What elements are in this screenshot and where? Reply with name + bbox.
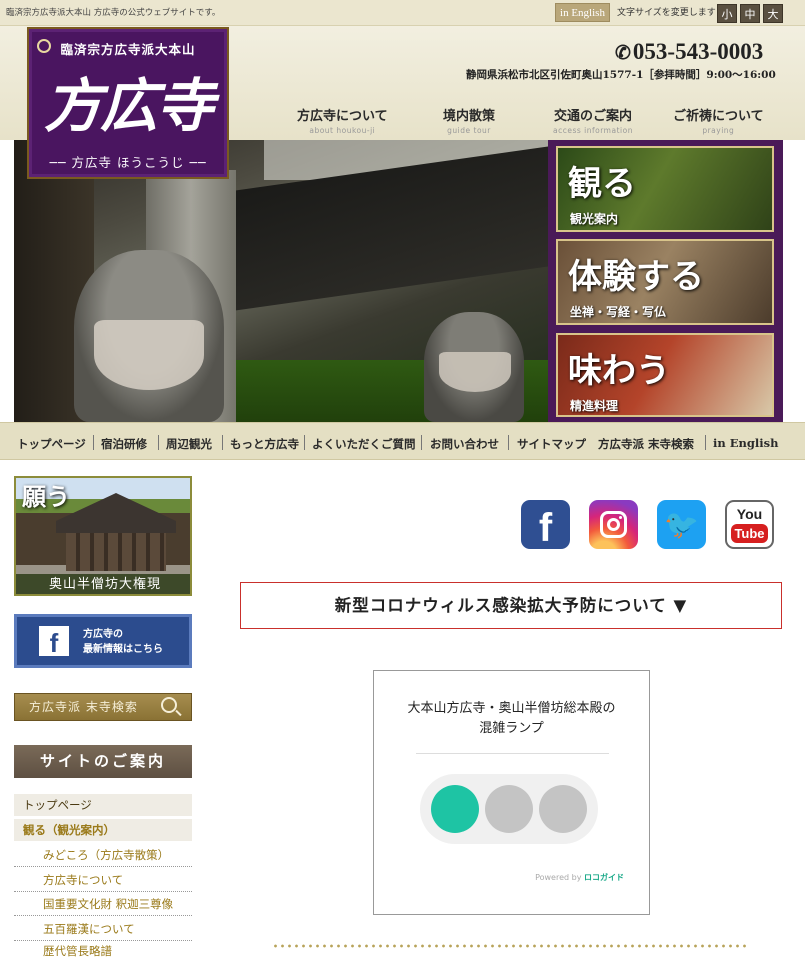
sidebar-item-highlights[interactable]: みどころ（方広寺散策）: [14, 843, 192, 867]
nav-access[interactable]: 交通のご案内 access information: [553, 105, 633, 135]
twitter-icon[interactable]: 🐦: [657, 500, 706, 549]
covid-notice-button[interactable]: 新型コロナウィルス感染拡大予防について ▼: [240, 582, 782, 629]
fb-banner-line1: 方広寺の: [83, 629, 123, 640]
site-logo[interactable]: 臨済宗方広寺派大本山 方広寺 ── 方広寺 ほうこうじ ──: [27, 27, 229, 179]
powered-by[interactable]: Powered by ロコガイド: [374, 872, 624, 883]
sidebar-item-history[interactable]: 歴代管長略譜: [14, 941, 192, 957]
temple-search-button[interactable]: 方広寺派 末寺検索: [14, 693, 192, 721]
font-size-medium-button[interactable]: 中: [740, 4, 760, 23]
subnav-nearby[interactable]: 周辺観光: [166, 436, 212, 452]
subnav-temple-search[interactable]: 方広寺派 末寺検索: [598, 436, 694, 452]
subnav-english[interactable]: in English: [713, 436, 778, 450]
negau-caption: 奥山半僧坊大権現: [16, 574, 190, 594]
congestion-lamp: [420, 774, 598, 844]
sidebar-item-rakan[interactable]: 五百羅漢について: [14, 917, 192, 941]
instagram-icon[interactable]: [589, 500, 638, 549]
in-english-button[interactable]: in English: [555, 3, 610, 22]
logo-reading: ── 方広寺 ほうこうじ ──: [49, 155, 207, 170]
logo-sect-name: 臨済宗方広寺派大本山: [60, 42, 196, 57]
search-icon: [161, 697, 177, 713]
subnav-top[interactable]: トップページ: [17, 436, 86, 452]
dotted-divider: [272, 944, 750, 948]
font-size-label: 文字サイズを変更します: [617, 8, 716, 18]
sidebar-item-about[interactable]: 方広寺について: [14, 868, 192, 892]
negau-banner[interactable]: 願う 奥山半僧坊大権現: [14, 476, 192, 596]
lamp-red-icon: [539, 785, 587, 833]
banner-experience[interactable]: 体験する 坐禅・写経・写仏: [556, 239, 774, 325]
fb-banner-line2: 最新情報はこちら: [83, 643, 163, 655]
logo-temple-name: 方広寺: [43, 72, 214, 140]
subnav-contact[interactable]: お問い合わせ: [430, 436, 499, 452]
address-hours: 静岡県浜松市北区引佐町奥山1577-1［参拝時間］9:00〜16:00: [466, 69, 776, 81]
site-description: 臨済宗方広寺派大本山 方広寺の公式ウェブサイトです。: [6, 8, 221, 18]
font-size-large-button[interactable]: 大: [763, 4, 783, 23]
hero-image: [14, 140, 548, 422]
phone-icon: ✆: [615, 43, 631, 64]
sub-nav: トップページ 宿泊研修 周辺観光 もっと方広寺 よくいただくご質問 お問い合わせ…: [0, 422, 805, 460]
facebook-icon[interactable]: f: [521, 500, 570, 550]
facebook-news-banner[interactable]: f 方広寺の 最新情報はこちら: [14, 614, 192, 668]
subnav-lodging[interactable]: 宿泊研修: [101, 436, 147, 452]
nav-guide-tour[interactable]: 境内散策 guide tour: [443, 105, 495, 135]
youtube-icon[interactable]: You Tube: [725, 500, 774, 549]
lamp-green-icon: [431, 785, 479, 833]
site-guide-heading: サイトのご案内: [14, 745, 192, 778]
phone-number[interactable]: ✆053-543-0003: [615, 39, 763, 65]
lamp-yellow-icon: [485, 785, 533, 833]
lamp-title: 大本山方広寺・奥山半僧坊総本殿の 混雑ランプ: [407, 701, 616, 737]
nav-about[interactable]: 方広寺について about houkou-ji: [297, 105, 388, 135]
sidebar-item-top[interactable]: トップページ: [14, 794, 192, 816]
nav-praying[interactable]: ご祈祷について praying: [673, 105, 764, 135]
sidebar-item-shaka[interactable]: 国重要文化財 釈迦三尊像: [14, 892, 192, 916]
font-size-small-button[interactable]: 小: [717, 4, 737, 23]
subnav-more[interactable]: もっと方広寺: [230, 436, 299, 452]
subnav-sitemap[interactable]: サイトマップ: [517, 436, 586, 452]
sidebar-item-sightseeing[interactable]: 観る（観光案内）: [14, 819, 192, 841]
negau-title: 願う: [22, 482, 70, 511]
top-bar: 臨済宗方広寺派大本山 方広寺の公式ウェブサイトです。 in English 文字…: [0, 0, 805, 26]
banner-cuisine[interactable]: 味わう 精進料理: [556, 333, 774, 417]
divider: [416, 753, 609, 754]
subnav-faq[interactable]: よくいただくご質問: [312, 436, 416, 452]
banner-sightseeing[interactable]: 観る 観光案内: [556, 146, 774, 232]
facebook-icon: f: [39, 626, 69, 658]
congestion-lamp-widget: 大本山方広寺・奥山半僧坊総本殿の 混雑ランプ Powered by ロコガイド: [373, 670, 650, 915]
